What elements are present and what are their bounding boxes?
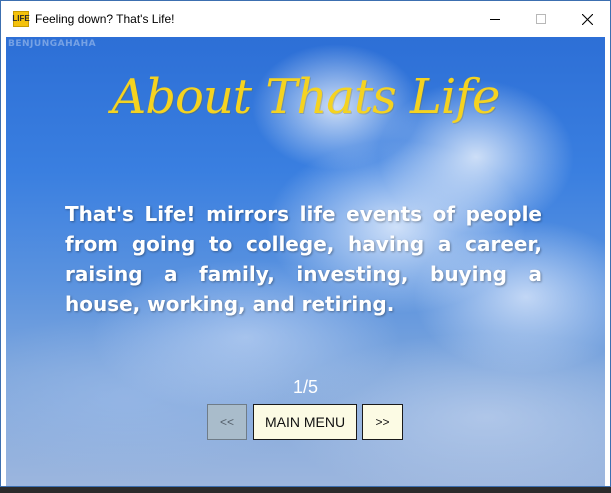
app-window: LIFE Feeling down? That's Life! BENJUNGA… (0, 0, 611, 487)
close-button[interactable] (564, 1, 610, 37)
window-controls (472, 1, 610, 37)
next-page-button[interactable]: >> (362, 404, 403, 440)
title-bar[interactable]: LIFE Feeling down? That's Life! (1, 1, 610, 37)
minimize-icon (490, 19, 500, 20)
page-title: About Thats Life (111, 69, 501, 125)
watermark-text: BENJUNGAHAHA (8, 39, 97, 49)
minimize-button[interactable] (472, 1, 518, 37)
app-logo-icon: LIFE (12, 11, 30, 27)
about-description: That's Life! mirrors life events of peop… (65, 202, 542, 316)
close-icon (581, 13, 593, 25)
maximize-button[interactable] (518, 1, 564, 37)
window-title: Feeling down? That's Life! (35, 12, 175, 26)
about-screen: BENJUNGAHAHA About Thats Life That's Lif… (6, 37, 605, 486)
main-menu-button[interactable]: MAIN MENU (253, 404, 357, 440)
page-indicator: 1/5 (292, 377, 319, 397)
maximize-icon (536, 14, 546, 24)
previous-page-button[interactable]: << (207, 404, 247, 440)
